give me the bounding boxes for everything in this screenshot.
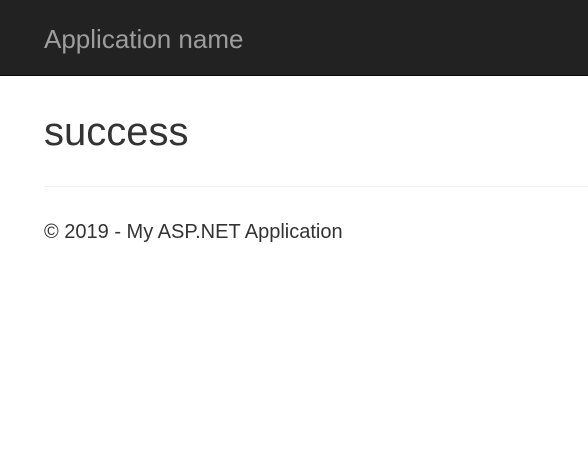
footer-copyright: © 2019 - My ASP.NET Application [44, 221, 343, 243]
app-brand-link[interactable]: Application name [44, 22, 243, 56]
main-content: success [44, 104, 588, 160]
footer-divider [44, 186, 588, 187]
page-title: success [44, 110, 189, 154]
top-navbar: Application name [0, 0, 588, 76]
